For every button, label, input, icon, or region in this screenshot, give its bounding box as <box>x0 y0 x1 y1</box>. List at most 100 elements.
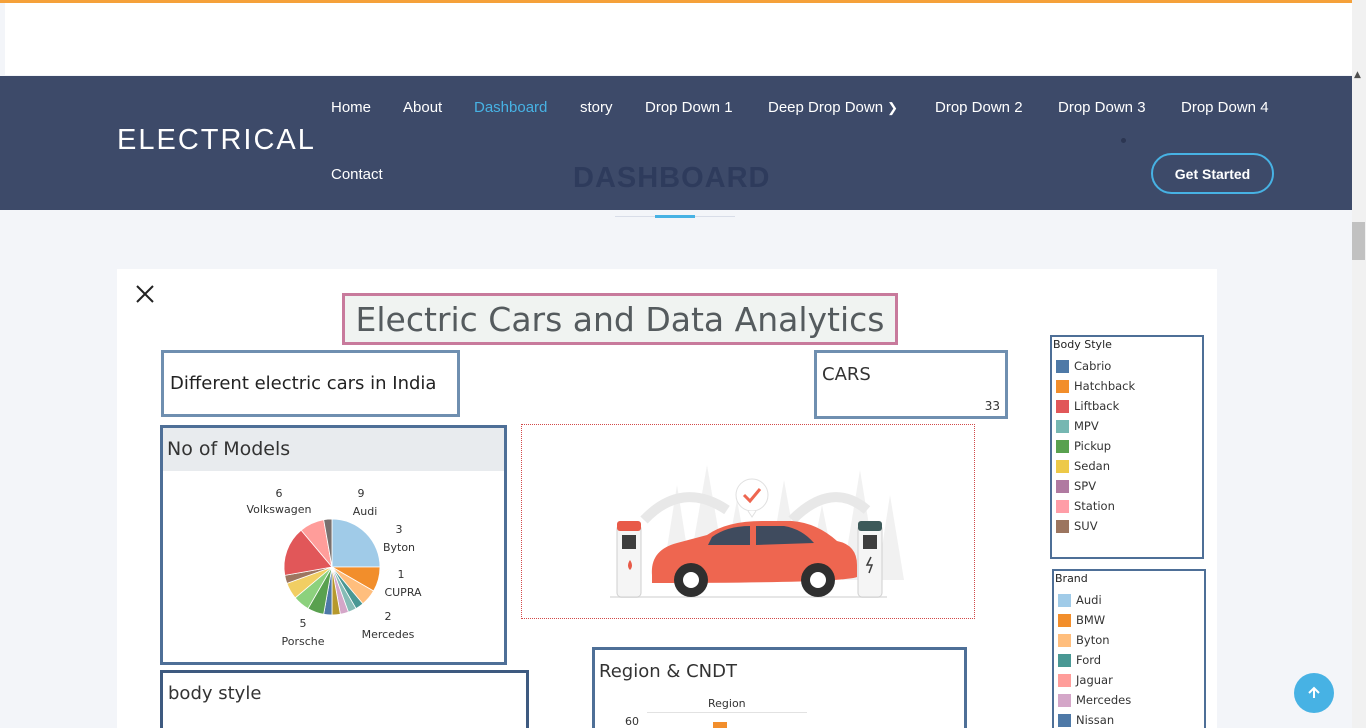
legend-label: MPV <box>1074 419 1099 433</box>
legend-label: Pickup <box>1074 439 1112 453</box>
pie-label-count: 9 <box>358 487 365 500</box>
close-icon[interactable] <box>135 284 155 304</box>
legend-swatch <box>1058 673 1071 687</box>
legend-label: BMW <box>1076 613 1106 627</box>
body-style-legend-title: Body Style <box>1053 338 1112 351</box>
models-card-title: No of Models <box>163 428 504 471</box>
legend-swatch <box>1058 693 1071 707</box>
legend-swatch <box>1056 379 1069 393</box>
nav-home[interactable]: Home <box>331 99 371 116</box>
legend-swatch <box>1056 519 1069 533</box>
legend-swatch <box>1058 713 1071 727</box>
pie-label-count: 3 <box>396 523 403 536</box>
body-style-legend-item[interactable]: Station <box>1052 496 1202 516</box>
legend-label: Sedan <box>1074 459 1111 473</box>
dashboard-panel: Electric Cars and Data Analytics Differe… <box>117 269 1217 728</box>
legend-swatch <box>1058 593 1071 607</box>
legend-swatch <box>1056 399 1069 413</box>
legend-swatch <box>1058 633 1071 647</box>
pie-label-count: 6 <box>276 487 283 500</box>
legend-label: Station <box>1074 499 1115 513</box>
legend-swatch <box>1058 653 1071 667</box>
body-style-legend: Body Style Cabrio Hatchback Liftback MPV Pic… <box>1050 335 1204 559</box>
nav-drop-down-1[interactable]: Drop Down 1 <box>645 99 733 116</box>
legend-swatch <box>1056 479 1069 493</box>
legend-swatch <box>1056 459 1069 473</box>
body-style-legend-item[interactable]: SUV <box>1052 516 1202 536</box>
body-style-legend-item[interactable]: Cabrio <box>1052 356 1202 376</box>
legend-label: Jaguar <box>1076 673 1113 687</box>
region-title: Region & CNDT <box>599 661 737 682</box>
car-charging-image <box>610 465 904 598</box>
brand-legend-item[interactable]: Byton <box>1054 630 1204 650</box>
top-banner <box>5 3 1361 75</box>
brand-legend-item[interactable]: BMW <box>1054 610 1204 630</box>
brand-legend-item[interactable]: Ford <box>1054 650 1204 670</box>
legend-swatch <box>1056 499 1069 513</box>
get-started-button[interactable]: Get Started <box>1151 153 1274 194</box>
pie-label-brand: Volkswagen <box>246 503 311 516</box>
section-divider-accent <box>655 215 695 218</box>
legend-swatch <box>1056 359 1069 373</box>
arrow-up-icon <box>1308 686 1320 698</box>
brand-legend: Brand Audi BMW Byton Ford Jaguar Mercedes Niss… <box>1052 569 1206 728</box>
scroll-up-arrow-icon[interactable]: ▲ <box>1354 70 1361 80</box>
body-style-legend-item[interactable]: MPV <box>1052 416 1202 436</box>
site-logo[interactable]: ELECTRICAL <box>117 124 316 157</box>
brand-legend-item[interactable]: Mercedes <box>1054 690 1204 710</box>
pie-label-brand: Porsche <box>281 635 324 648</box>
pie-label-brand: Mercedes <box>362 628 415 641</box>
body-style-legend-item[interactable]: Pickup <box>1052 436 1202 456</box>
pie-label-count: 2 <box>385 610 392 623</box>
brand-legend-item[interactable]: Nissan <box>1054 710 1204 728</box>
legend-label: SUV <box>1074 519 1098 533</box>
region-subtitle: Region <box>708 697 746 710</box>
body-style-legend-item[interactable]: Liftback <box>1052 396 1202 416</box>
pie-label-count: 5 <box>300 617 307 630</box>
region-card: Region & CNDT Region 60 <box>592 647 967 728</box>
body-style-legend-item[interactable]: Hatchback <box>1052 376 1202 396</box>
brand-legend-item[interactable]: Audi <box>1054 590 1204 610</box>
legend-label: Mercedes <box>1076 693 1132 707</box>
models-card: No of Models 6 Volkswagen 9 Audi 3 Byton… <box>160 425 507 665</box>
pie-slice[interactable] <box>331 518 381 568</box>
page-scrollbar[interactable] <box>1352 0 1366 728</box>
legend-label: Byton <box>1076 633 1110 647</box>
site-header: ELECTRICAL Home About Dashboard story Dr… <box>0 76 1352 210</box>
legend-label: Liftback <box>1074 399 1120 413</box>
nav-about[interactable]: About <box>403 99 442 116</box>
nav-deep-drop-down-label: Deep Drop Down <box>768 99 884 116</box>
brand-legend-item[interactable]: Jaguar <box>1054 670 1204 690</box>
back-to-top-button[interactable] <box>1294 673 1334 713</box>
legend-label: Hatchback <box>1074 379 1136 393</box>
legend-label: Cabrio <box>1074 359 1112 373</box>
body-style-title: body style <box>168 683 262 704</box>
nav-dashboard[interactable]: Dashboard <box>474 99 547 116</box>
body-style-legend-item[interactable]: Sedan <box>1052 456 1202 476</box>
nav-drop-down-3[interactable]: Drop Down 3 <box>1058 99 1146 116</box>
dashboard-title: Electric Cars and Data Analytics <box>342 293 898 345</box>
cars-label: CARS <box>822 364 871 385</box>
legend-label: Ford <box>1076 653 1102 667</box>
nav-deep-drop-down[interactable]: Deep Drop Down ❯ <box>768 99 898 116</box>
models-pie-chart[interactable]: 6 Volkswagen 9 Audi 3 Byton 1 CUPRA 2 Me… <box>163 471 504 662</box>
nav-contact[interactable]: Contact <box>331 166 383 183</box>
pie-label-brand: CUPRA <box>384 586 422 599</box>
body-style-legend-item[interactable]: SPV <box>1052 476 1202 496</box>
page-hero-title: DASHBOARD <box>573 162 771 194</box>
chevron-right-icon: ❯ <box>887 100 898 115</box>
legend-swatch <box>1056 439 1069 453</box>
region-bar[interactable] <box>713 722 727 728</box>
legend-label: Audi <box>1076 593 1102 607</box>
pie-label-brand: Byton <box>383 541 415 554</box>
nav-story[interactable]: story <box>580 99 613 116</box>
nav-drop-down-2[interactable]: Drop Down 2 <box>935 99 1023 116</box>
decorative-dot <box>1121 138 1126 143</box>
legend-label: SPV <box>1074 479 1097 493</box>
region-axis-tick: 60 <box>625 715 639 728</box>
legend-label: Nissan <box>1076 713 1115 727</box>
cars-value: 33 <box>984 399 1000 413</box>
scrollbar-thumb[interactable] <box>1352 222 1365 260</box>
electric-car-illustration <box>521 424 975 619</box>
nav-drop-down-4[interactable]: Drop Down 4 <box>1181 99 1269 116</box>
